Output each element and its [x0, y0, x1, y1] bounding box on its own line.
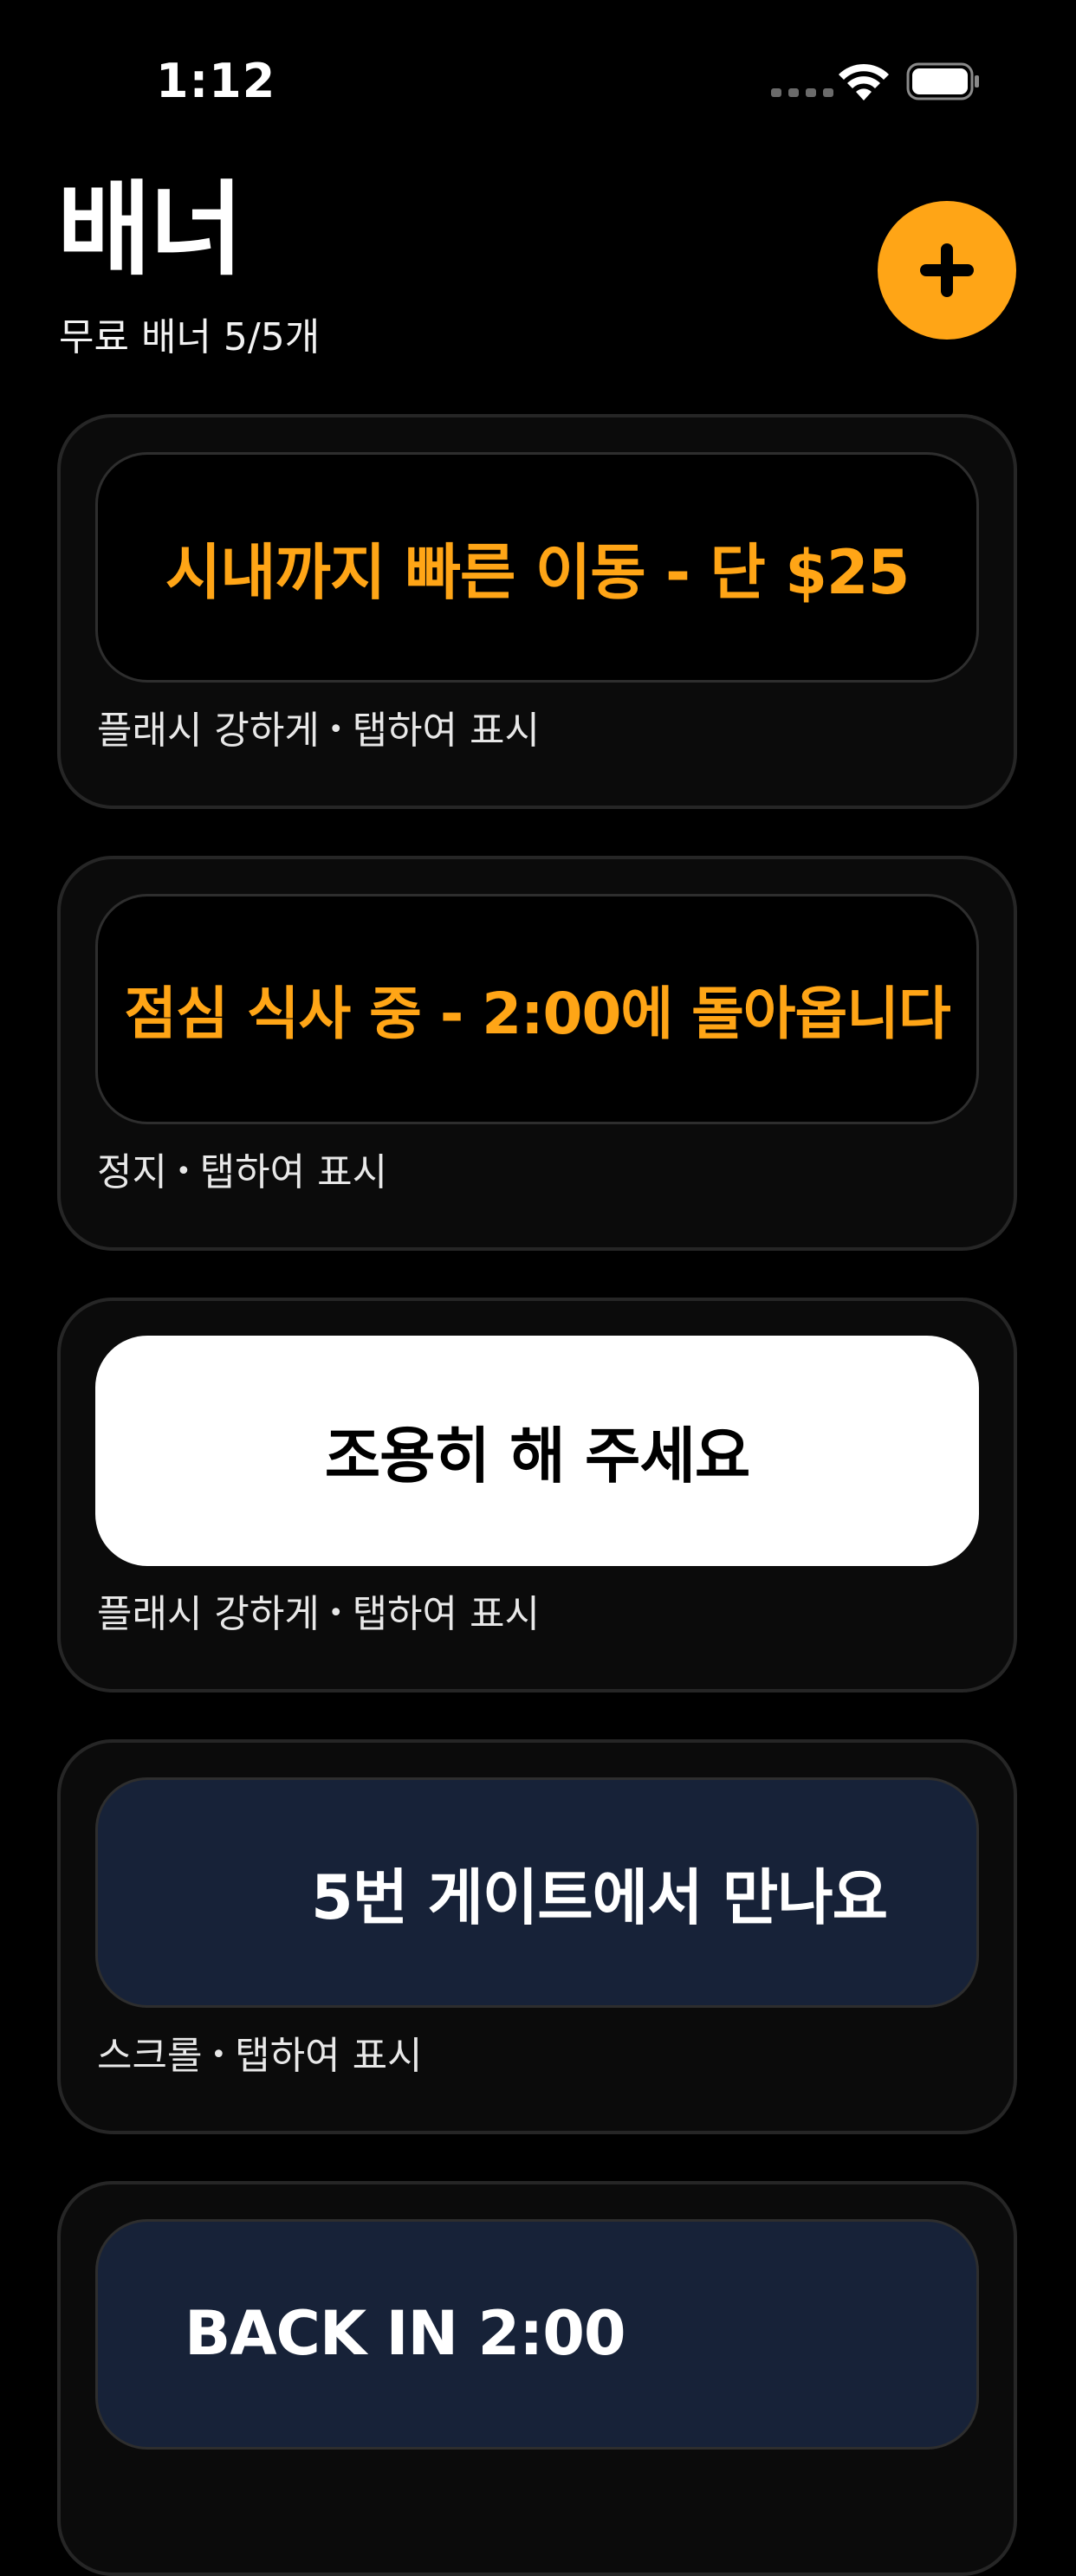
banner-preview[interactable]: BACK IN 2:00	[95, 2219, 979, 2450]
banner-preview[interactable]: 5번 게이트에서 만나요	[95, 1777, 979, 2008]
cellular-signal-icon	[771, 88, 833, 97]
banner-text: 5번 게이트에서 만나요	[311, 1861, 888, 1933]
banner-settings: 정지 • 탭하여 표시	[97, 1150, 388, 1194]
banner-card[interactable]: BACK IN 2:00	[57, 2181, 1017, 2576]
banner-text: BACK IN 2:00	[185, 2298, 626, 2369]
status-time: 1:12	[156, 54, 276, 108]
banner-card[interactable]: 5번 게이트에서 만나요 스크롤 • 탭하여 표시	[57, 1739, 1017, 2134]
banner-effect: 스크롤	[97, 2034, 203, 2078]
banner-text: 점심 식사 중 - 2:00에 돌아옵니다	[124, 981, 950, 1047]
banner-settings: 스크롤 • 탭하여 표시	[97, 2034, 423, 2078]
add-banner-button[interactable]	[878, 201, 1016, 340]
banner-action: 탭하여 표시	[235, 2034, 423, 2078]
banner-text: 조용히 해 주세요	[324, 1420, 751, 1492]
banner-effect: 플래시 강하게	[97, 1592, 320, 1636]
banner-card[interactable]: 조용히 해 주세요 플래시 강하게 • 탭하여 표시	[57, 1298, 1017, 1693]
banner-card[interactable]: 점심 식사 중 - 2:00에 돌아옵니다 정지 • 탭하여 표시	[57, 856, 1017, 1251]
banner-text: 시내까지 빠른 이동 - 단 $25	[165, 536, 911, 608]
status-bar: 1:12	[0, 0, 1076, 165]
plus-icon	[920, 243, 974, 297]
banner-settings: 플래시 강하게 • 탭하여 표시	[97, 1592, 540, 1636]
banner-preview[interactable]: 점심 식사 중 - 2:00에 돌아옵니다	[95, 894, 979, 1124]
banner-effect: 플래시 강하게	[97, 709, 320, 753]
banner-preview[interactable]: 조용히 해 주세요	[95, 1336, 979, 1566]
banner-settings: 플래시 강하게 • 탭하여 표시	[97, 709, 540, 753]
banner-action: 탭하여 표시	[199, 1150, 388, 1194]
banner-effect: 정지	[97, 1150, 167, 1194]
battery-icon	[906, 62, 979, 100]
free-banner-count: 무료 배너 5/5개	[59, 315, 321, 359]
banner-card[interactable]: 시내까지 빠른 이동 - 단 $25 플래시 강하게 • 탭하여 표시	[57, 414, 1017, 809]
page-title: 배너	[57, 170, 243, 289]
banner-action: 탭하여 표시	[352, 1592, 540, 1636]
wifi-icon	[839, 63, 889, 100]
banner-action: 탭하여 표시	[352, 709, 540, 753]
banner-preview[interactable]: 시내까지 빠른 이동 - 단 $25	[95, 452, 979, 683]
